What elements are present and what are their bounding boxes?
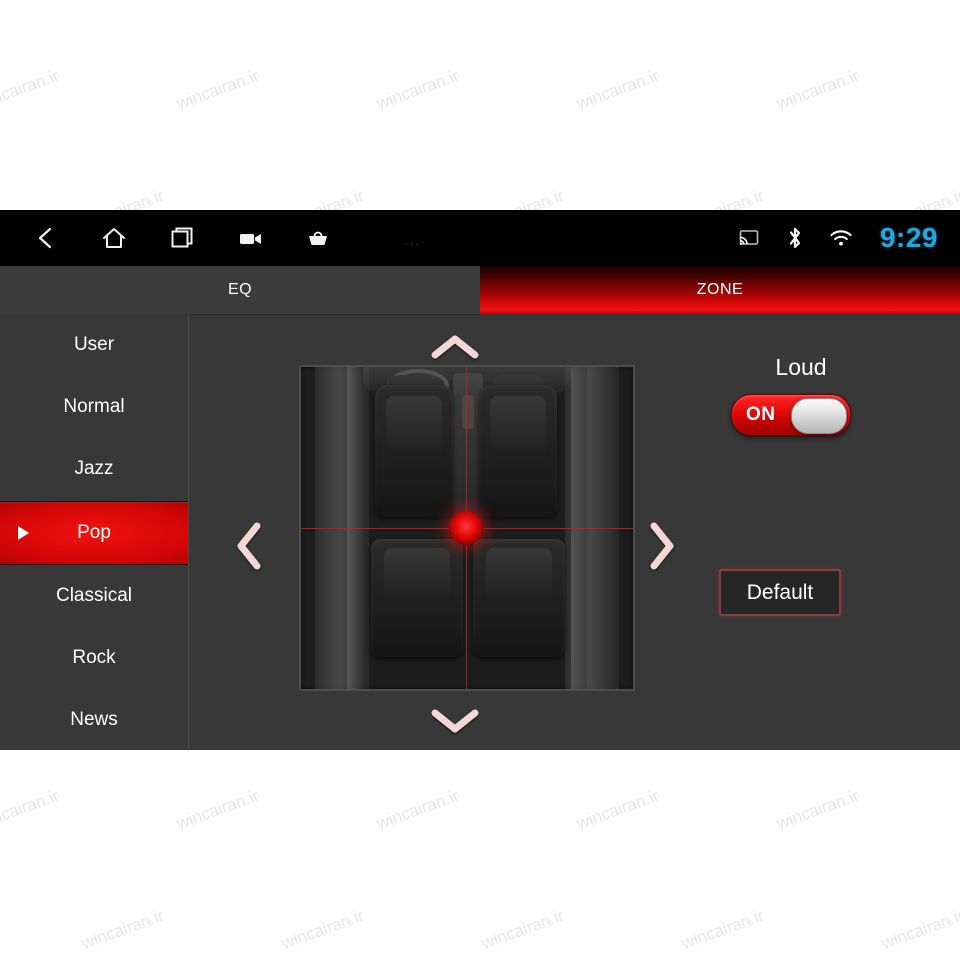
wifi-icon <box>828 225 854 251</box>
zone-controls: Loud ON Default <box>693 314 960 750</box>
watermark-text: wincairan.ir <box>374 65 462 114</box>
watermark-text: wincairan.ir <box>0 65 62 114</box>
loud-toggle-state: ON <box>746 404 776 425</box>
bluetooth-icon <box>782 225 808 251</box>
tab-bar: EQ ZONE <box>0 266 960 315</box>
preset-label: Normal <box>63 396 125 418</box>
tab-eq-label: EQ <box>227 281 253 298</box>
zone-map[interactable] <box>299 365 635 691</box>
preset-label: Rock <box>72 647 116 669</box>
watermark-text: wincairan.ir <box>774 65 862 114</box>
loud-toggle-knob[interactable] <box>791 398 847 434</box>
preset-label: User <box>73 334 115 356</box>
tab-zone-label: ZONE <box>696 281 744 298</box>
chevron-right-icon[interactable] <box>643 517 681 575</box>
zone-focus-dot[interactable] <box>449 511 483 545</box>
preset-label: Pop <box>77 521 111 543</box>
preset-list: User Normal Jazz Pop Classical Rock News <box>0 314 189 750</box>
status-bar: ··· 9:29 <box>0 210 960 266</box>
car-interior-image <box>301 367 633 689</box>
preset-item-pop[interactable]: Pop <box>0 500 188 565</box>
preset-label: News <box>70 709 118 731</box>
preset-label: Classical <box>55 584 133 606</box>
clock: 9:29 <box>879 222 938 253</box>
home-icon[interactable] <box>98 222 130 254</box>
seat-rear-right <box>473 539 565 657</box>
chevron-up-icon[interactable] <box>425 330 485 364</box>
default-button-label: Default <box>746 580 814 604</box>
content-area: User Normal Jazz Pop Classical Rock News <box>0 314 960 750</box>
watermark-text: wincairan.ir <box>0 785 62 834</box>
watermark-text: wincairan.ir <box>79 905 167 954</box>
watermark-text: wincairan.ir <box>879 905 960 954</box>
seat-rear-left <box>371 539 463 657</box>
watermark-text: wincairan.ir <box>574 65 662 114</box>
watermark-text: wincairan.ir <box>174 785 262 834</box>
head-unit-screen: ··· 9:29 EQ ZONE User Normal Jazz Pop Cl… <box>0 210 960 750</box>
recents-icon[interactable] <box>166 222 198 254</box>
basket-icon[interactable] <box>302 222 334 254</box>
watermark-text: wincairan.ir <box>279 905 367 954</box>
preset-item-user[interactable]: User <box>0 314 188 376</box>
loud-toggle[interactable]: ON <box>731 394 851 436</box>
preset-item-jazz[interactable]: Jazz <box>0 438 188 500</box>
seat-front-right <box>479 385 557 517</box>
preset-item-normal[interactable]: Normal <box>0 376 188 438</box>
tab-zone[interactable]: ZONE <box>480 266 960 314</box>
default-button[interactable]: Default <box>719 569 841 616</box>
loud-label: Loud <box>775 354 827 380</box>
play-triangle-icon <box>18 525 29 540</box>
preset-item-news[interactable]: News <box>0 689 188 750</box>
chevron-left-icon[interactable] <box>230 517 268 575</box>
preset-item-rock[interactable]: Rock <box>0 627 188 689</box>
watermark-text: wincairan.ir <box>479 905 567 954</box>
watermark-text: wincairan.ir <box>374 785 462 834</box>
tab-eq[interactable]: EQ <box>0 266 480 315</box>
watermark-text: wincairan.ir <box>174 65 262 114</box>
status-indicator-group: 9:29 <box>736 210 938 266</box>
overflow-dots: ··· <box>404 236 420 251</box>
zone-stage: Loud ON Default <box>188 314 960 750</box>
watermark-text: wincairan.ir <box>574 785 662 834</box>
cast-icon <box>736 225 762 251</box>
back-icon[interactable] <box>30 222 62 254</box>
chevron-down-icon[interactable] <box>425 704 485 738</box>
watermark-text: wincairan.ir <box>679 905 767 954</box>
seat-front-left <box>375 385 453 517</box>
navigation-icon-group <box>30 210 334 266</box>
preset-label: Jazz <box>74 458 114 480</box>
preset-item-classical[interactable]: Classical <box>0 565 188 627</box>
video-camera-icon[interactable] <box>234 222 266 254</box>
watermark-text: wincairan.ir <box>774 785 862 834</box>
